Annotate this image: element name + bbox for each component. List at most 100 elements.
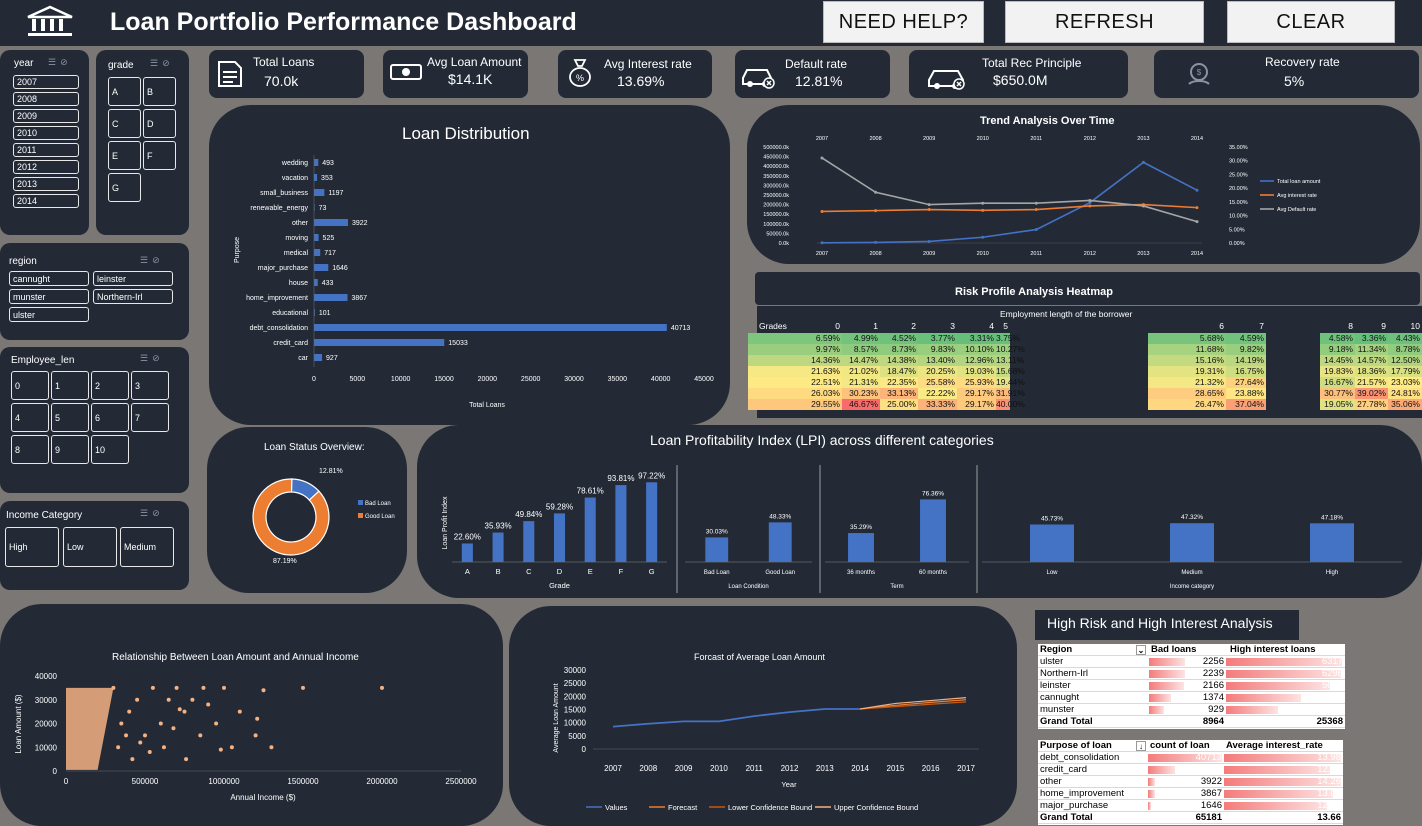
x-tick-label: 1000000 bbox=[208, 777, 240, 786]
x-axis-label: Year bbox=[781, 780, 797, 789]
scatter-point bbox=[253, 733, 258, 738]
clear-button[interactable]: CLEAR bbox=[1227, 1, 1395, 43]
slicer-item-cannught[interactable]: cannught bbox=[9, 271, 89, 286]
heatmap-row: C14.36%14.47%14.38%13.40%12.96%13.11%15.… bbox=[748, 355, 1422, 366]
heatmap-cell: 8.78% bbox=[1388, 344, 1422, 355]
right-tick-label: 15.00% bbox=[1229, 200, 1248, 206]
slicer-item-b[interactable]: B bbox=[143, 77, 176, 106]
kpi-label: Avg Loan Amount bbox=[427, 55, 522, 69]
slicer-item-a[interactable]: A bbox=[108, 77, 141, 106]
slicer-item-ulster[interactable]: ulster bbox=[9, 307, 89, 322]
heatmap-cell: 22.22% bbox=[918, 388, 957, 399]
bar bbox=[705, 537, 729, 562]
bar bbox=[461, 543, 473, 562]
slicer-item-2[interactable]: 2 bbox=[91, 371, 129, 400]
series-point bbox=[1088, 204, 1092, 208]
left-tick-label: 50000.0k bbox=[766, 231, 789, 237]
x-tick-label: 25000 bbox=[521, 376, 541, 383]
x-tick-label-top: 2009 bbox=[923, 136, 935, 142]
slicer-item-2014[interactable]: 2014 bbox=[13, 194, 79, 208]
bad-loans-value: 2239 bbox=[1202, 668, 1224, 679]
legend-swatch bbox=[358, 513, 363, 518]
heatmap-row: D21.63%21.02%18.47%20.25%19.03%15.68%19.… bbox=[748, 366, 1422, 377]
slicer-item-low[interactable]: Low bbox=[63, 527, 117, 567]
left-tick-label: 400000.0k bbox=[763, 164, 789, 170]
kpi-default-rate: Default rate 12.81% bbox=[735, 50, 890, 98]
multiselect-clear-filter-icons[interactable]: ☰⊘ bbox=[140, 508, 164, 519]
bar bbox=[584, 497, 596, 562]
slicer-item-2013[interactable]: 2013 bbox=[13, 177, 79, 191]
slicer-item-f[interactable]: F bbox=[143, 141, 176, 170]
kpi-label: Recovery rate bbox=[1265, 55, 1340, 69]
kpi-value: 70.0k bbox=[264, 73, 299, 89]
filter-dropdown-icon[interactable]: ⌄ bbox=[1136, 645, 1146, 655]
bar bbox=[314, 219, 348, 226]
slicer-item-2009[interactable]: 2009 bbox=[13, 109, 79, 123]
slicer-item-4[interactable]: 4 bbox=[11, 403, 49, 432]
slicer-item-munster[interactable]: munster bbox=[9, 289, 89, 304]
slicer-year: year ☰⊘ 2007 2008 2009 2010 2011 2012 20… bbox=[0, 50, 89, 235]
scatter-point bbox=[116, 745, 121, 750]
slicer-item-7[interactable]: 7 bbox=[131, 403, 169, 432]
x-tick-label-top: 2011 bbox=[1030, 136, 1042, 142]
slicer-item-10[interactable]: 10 bbox=[91, 435, 129, 464]
heatmap-cell: 33.13% bbox=[880, 388, 918, 399]
column-header: 4 bbox=[989, 321, 994, 331]
multiselect-clear-filter-icons[interactable]: ☰⊘ bbox=[140, 255, 164, 266]
slicer-item-2011[interactable]: 2011 bbox=[13, 143, 79, 157]
slicer-item-e[interactable]: E bbox=[108, 141, 141, 170]
bar bbox=[615, 485, 627, 562]
category-label: wedding bbox=[281, 160, 308, 167]
slicer-item-6[interactable]: 6 bbox=[91, 403, 129, 432]
heatmap-cell: 37.04% bbox=[1226, 399, 1266, 410]
slicer-item-9[interactable]: 9 bbox=[51, 435, 89, 464]
slicer-item-g[interactable]: G bbox=[108, 173, 141, 202]
x-tick-label: 2014 bbox=[851, 764, 869, 773]
legend-label: Lower Confidence Bound bbox=[728, 803, 812, 812]
right-tick-label: 20.00% bbox=[1229, 186, 1248, 192]
slicer-item-2007[interactable]: 2007 bbox=[13, 75, 79, 89]
slicer-item-5[interactable]: 5 bbox=[51, 403, 89, 432]
header-count: count of loan bbox=[1150, 740, 1210, 751]
table-row: debt_consolidation 40713 13.98 bbox=[1038, 752, 1343, 764]
slicer-item-c[interactable]: C bbox=[108, 109, 141, 138]
slicer-item-leinster[interactable]: leinster bbox=[93, 271, 173, 286]
scatter-point bbox=[130, 757, 135, 762]
slicer-item-northern-irl[interactable]: Northern-Irl bbox=[93, 289, 173, 304]
multiselect-clear-filter-icons[interactable]: ☰⊘ bbox=[150, 58, 174, 69]
slicer-item-8[interactable]: 8 bbox=[11, 435, 49, 464]
kpi-label: Default rate bbox=[785, 57, 848, 71]
slicer-item-2010[interactable]: 2010 bbox=[13, 126, 79, 140]
right-tick-label: 30.00% bbox=[1229, 159, 1248, 165]
x-tick-label: 2014 bbox=[1191, 251, 1203, 257]
header-bad-loans: Bad loans bbox=[1151, 644, 1197, 655]
slicer-item-2012[interactable]: 2012 bbox=[13, 160, 79, 174]
total-bad: 8964 bbox=[1202, 716, 1224, 727]
bar bbox=[314, 279, 318, 286]
filter-sort-icon[interactable]: ↓ bbox=[1136, 741, 1146, 751]
slicer-item-1[interactable]: 1 bbox=[51, 371, 89, 400]
slicer-item-high[interactable]: High bbox=[5, 527, 59, 567]
table-row: other 3922 14.26 bbox=[1038, 776, 1343, 788]
multiselect-clear-filter-icons[interactable]: ☰⊘ bbox=[140, 353, 164, 364]
column-header: 3 bbox=[950, 321, 955, 331]
forecast-chart: 0 5000 10000 15000 20000 25000 30000 2007 2008 20… bbox=[553, 666, 979, 812]
x-tick-label-top: 2012 bbox=[1084, 136, 1096, 142]
scatter-point bbox=[138, 740, 143, 745]
bar bbox=[314, 339, 445, 346]
refresh-button[interactable]: REFRESH bbox=[1005, 1, 1204, 43]
slicer-item-3[interactable]: 3 bbox=[131, 371, 169, 400]
slicer-item-2008[interactable]: 2008 bbox=[13, 92, 79, 106]
heatmap-cell: 20.25% bbox=[918, 366, 957, 377]
series-point bbox=[820, 241, 824, 245]
multiselect-clear-filter-icons[interactable]: ☰⊘ bbox=[48, 57, 72, 68]
scatter-point bbox=[261, 688, 266, 693]
heatmap-cell: 17.79% bbox=[1388, 366, 1422, 377]
slicer-item-0[interactable]: 0 bbox=[11, 371, 49, 400]
slicer-item-medium[interactable]: Medium bbox=[120, 527, 174, 567]
heatmap-cell: 19.31% bbox=[1148, 366, 1226, 377]
left-tick-label: 250000.0k bbox=[763, 193, 789, 199]
count-value: 3922 bbox=[1200, 776, 1222, 787]
slicer-item-d[interactable]: D bbox=[143, 109, 176, 138]
need-help-button[interactable]: NEED HELP? bbox=[823, 1, 984, 43]
